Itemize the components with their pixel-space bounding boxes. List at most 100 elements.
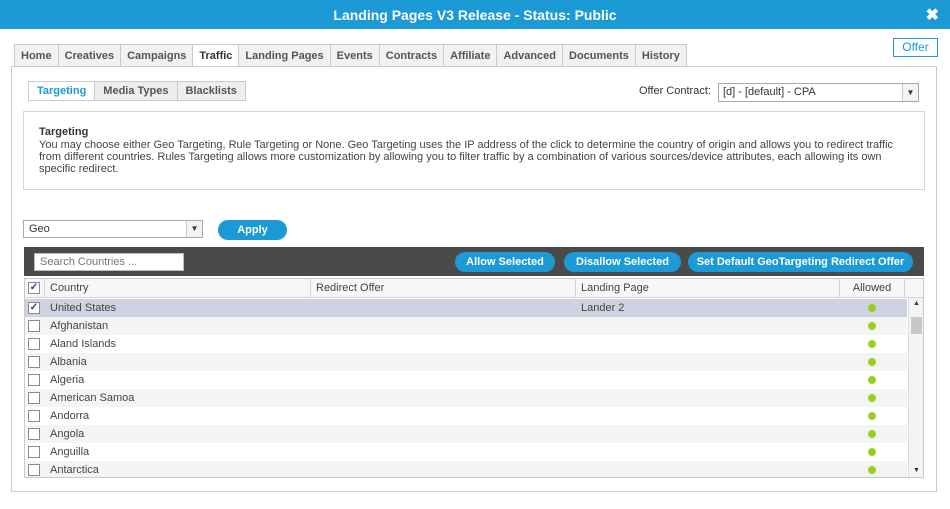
- row-checkbox[interactable]: [28, 464, 40, 476]
- tab-advanced[interactable]: Advanced: [497, 44, 564, 67]
- subtab-blacklists[interactable]: Blacklists: [177, 81, 246, 101]
- select-all-checkbox[interactable]: ✓: [28, 282, 40, 294]
- table-row[interactable]: American Samoa: [25, 389, 907, 407]
- landing-page-cell: [576, 371, 840, 389]
- redirect-offer-cell: [311, 317, 576, 335]
- redirect-offer-cell: [311, 371, 576, 389]
- targeting-info-box: Targeting You may choose either Geo Targ…: [23, 111, 925, 190]
- tab-traffic[interactable]: Traffic: [193, 44, 240, 67]
- sub-tabs: Targeting Media Types Blacklists: [28, 81, 246, 101]
- landing-page-cell: Lander 2: [581, 302, 625, 314]
- window-title: Landing Pages V3 Release - Status: Publi…: [333, 7, 617, 23]
- redirect-offer-cell: [311, 443, 576, 461]
- countries-grid: ✓ Country Redirect Offer Landing Page Al…: [24, 278, 924, 478]
- row-checkbox[interactable]: [28, 392, 40, 404]
- redirect-offer-cell: [311, 335, 576, 353]
- targeting-type-value: Geo: [29, 223, 50, 235]
- column-header-redirect-offer[interactable]: Redirect Offer: [311, 279, 576, 298]
- info-heading: Targeting: [39, 126, 89, 138]
- table-row[interactable]: Antarctica: [25, 461, 907, 477]
- row-checkbox[interactable]: [28, 410, 40, 422]
- tab-campaigns[interactable]: Campaigns: [121, 44, 194, 67]
- row-checkbox[interactable]: [28, 320, 40, 332]
- landing-page-cell: [576, 317, 840, 335]
- allowed-status-icon: [868, 394, 876, 402]
- chevron-down-icon[interactable]: ▼: [186, 221, 202, 237]
- country-cell: Algeria: [50, 374, 85, 386]
- table-row[interactable]: Angola: [25, 425, 907, 443]
- row-checkbox[interactable]: [28, 356, 40, 368]
- allow-selected-button[interactable]: Allow Selected: [455, 252, 555, 272]
- column-header-country[interactable]: Country: [45, 279, 311, 298]
- subtab-targeting[interactable]: Targeting: [28, 81, 96, 101]
- redirect-offer-cell: [311, 353, 576, 371]
- landing-page-cell: [576, 389, 840, 407]
- tab-events[interactable]: Events: [330, 44, 380, 67]
- landing-page-cell: [576, 461, 840, 477]
- table-row[interactable]: Afghanistan: [25, 317, 907, 335]
- table-row[interactable]: Aland Islands: [25, 335, 907, 353]
- table-row[interactable]: ✓ United States Lander 2: [25, 299, 907, 317]
- country-cell: Afghanistan: [50, 320, 109, 332]
- offer-contract-select[interactable]: [d] - [default] - CPA ▼: [718, 83, 919, 102]
- row-checkbox[interactable]: [28, 428, 40, 440]
- table-row[interactable]: Anguilla: [25, 443, 907, 461]
- scroll-down-icon[interactable]: ▼: [909, 467, 923, 474]
- tab-creatives[interactable]: Creatives: [58, 44, 122, 67]
- grid-header: ✓ Country Redirect Offer Landing Page Al…: [25, 279, 923, 298]
- column-header-allowed[interactable]: Allowed: [840, 279, 905, 298]
- country-cell: Angola: [50, 428, 85, 440]
- landing-page-cell: [576, 425, 840, 443]
- allowed-status-icon: [868, 376, 876, 384]
- allowed-status-icon: [868, 358, 876, 366]
- landing-page-cell: [576, 407, 840, 425]
- apply-button[interactable]: Apply: [218, 220, 287, 240]
- title-bar: Landing Pages V3 Release - Status: Publi…: [0, 0, 950, 29]
- allowed-status-icon: [868, 340, 876, 348]
- country-cell: Andorra: [50, 410, 90, 422]
- tab-affiliate[interactable]: Affiliate: [444, 44, 498, 67]
- redirect-offer-cell: [311, 299, 576, 317]
- country-cell: Anguilla: [50, 446, 90, 458]
- search-countries-input[interactable]: [34, 253, 184, 271]
- table-row[interactable]: Albania: [25, 353, 907, 371]
- tab-documents[interactable]: Documents: [563, 44, 636, 67]
- redirect-offer-cell: [311, 407, 576, 425]
- allowed-status-icon: [868, 412, 876, 420]
- row-checkbox[interactable]: [28, 446, 40, 458]
- row-checkbox[interactable]: [28, 338, 40, 350]
- tab-home[interactable]: Home: [14, 44, 59, 67]
- column-header-landing-page[interactable]: Landing Page: [576, 279, 840, 298]
- set-default-redirect-button[interactable]: Set Default GeoTargeting Redirect Offer: [688, 252, 913, 272]
- country-cell: Antarctica: [50, 464, 99, 476]
- redirect-offer-cell: [311, 425, 576, 443]
- chevron-down-icon[interactable]: ▼: [902, 84, 918, 101]
- landing-page-cell: [576, 443, 840, 461]
- offer-button[interactable]: Offer: [893, 38, 938, 57]
- scroll-up-icon[interactable]: ▲: [909, 300, 923, 307]
- row-checkbox[interactable]: ✓: [28, 302, 40, 314]
- tab-landing-pages[interactable]: Landing Pages: [239, 44, 331, 67]
- scroll-thumb[interactable]: [911, 317, 922, 334]
- subtab-media-types[interactable]: Media Types: [95, 81, 178, 101]
- table-row[interactable]: Algeria: [25, 371, 907, 389]
- country-cell: Albania: [50, 356, 87, 368]
- allowed-status-icon: [868, 448, 876, 456]
- main-tabs: Home Creatives Campaigns Traffic Landing…: [14, 44, 687, 67]
- targeting-type-select[interactable]: Geo ▼: [23, 220, 203, 238]
- table-row[interactable]: Andorra: [25, 407, 907, 425]
- redirect-offer-cell: [311, 389, 576, 407]
- tab-history[interactable]: History: [635, 44, 687, 67]
- offer-contract-value: [d] - [default] - CPA: [723, 86, 816, 98]
- close-icon[interactable]: ✖: [926, 5, 939, 25]
- allowed-status-icon: [868, 322, 876, 330]
- country-cell: Aland Islands: [50, 338, 117, 350]
- landing-page-cell: [576, 353, 840, 371]
- vertical-scrollbar[interactable]: ▲ ▼: [908, 298, 923, 477]
- disallow-selected-button[interactable]: Disallow Selected: [564, 252, 681, 272]
- offer-contract-label: Offer Contract:: [639, 85, 711, 97]
- tab-contracts[interactable]: Contracts: [379, 44, 445, 67]
- allowed-status-icon: [868, 466, 876, 474]
- info-body: You may choose either Geo Targeting, Rul…: [39, 139, 894, 175]
- row-checkbox[interactable]: [28, 374, 40, 386]
